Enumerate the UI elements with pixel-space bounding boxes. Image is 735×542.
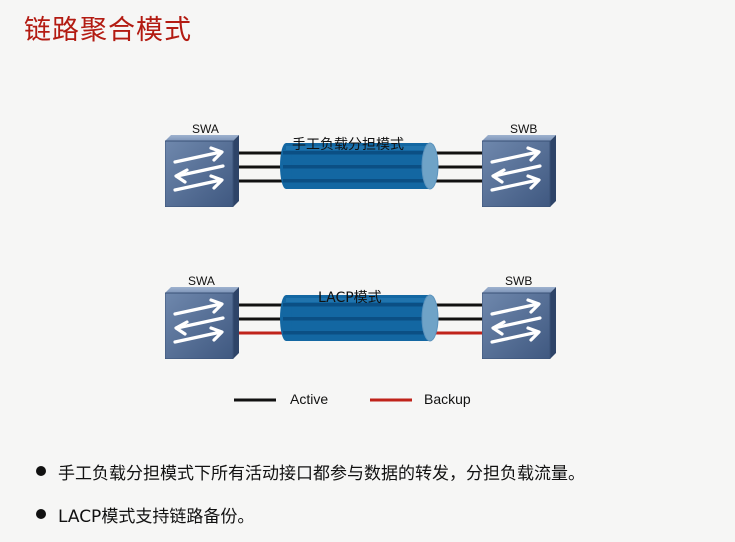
switch-label-swa-2: SWA — [188, 274, 215, 288]
bullet-list: 手工负载分担模式下所有活动接口都参与数据的转发，分担负载流量。 LACP模式支持… — [36, 456, 585, 542]
diagram-canvas — [165, 135, 556, 402]
mode-label-manual: 手工负载分担模式 — [292, 137, 404, 153]
switch-icon — [482, 287, 556, 359]
switch-icon — [482, 135, 556, 207]
legend-backup-label: Backup — [424, 391, 471, 407]
switch-icon — [165, 287, 239, 359]
bullet-item: LACP模式支持链路备份。 — [36, 499, 585, 529]
bullet-dot-icon — [36, 509, 46, 519]
switch-label-swa-1: SWA — [192, 122, 219, 136]
switch-label-swb-1: SWB — [510, 122, 538, 136]
switch-icon — [165, 135, 239, 207]
diagrams-group — [165, 135, 556, 359]
bullet-text: LACP模式支持链路备份。 — [58, 506, 255, 527]
bullet-item: 手工负载分担模式下所有活动接口都参与数据的转发，分担负载流量。 — [36, 456, 585, 486]
switch-label-swb-2: SWB — [505, 274, 533, 288]
legend-active-label: Active — [290, 391, 329, 407]
mode-label-lacp: LACP模式 — [318, 290, 382, 306]
bullet-text: 手工负载分担模式下所有活动接口都参与数据的转发，分担负载流量。 — [58, 463, 585, 484]
bullet-dot-icon — [36, 466, 46, 476]
